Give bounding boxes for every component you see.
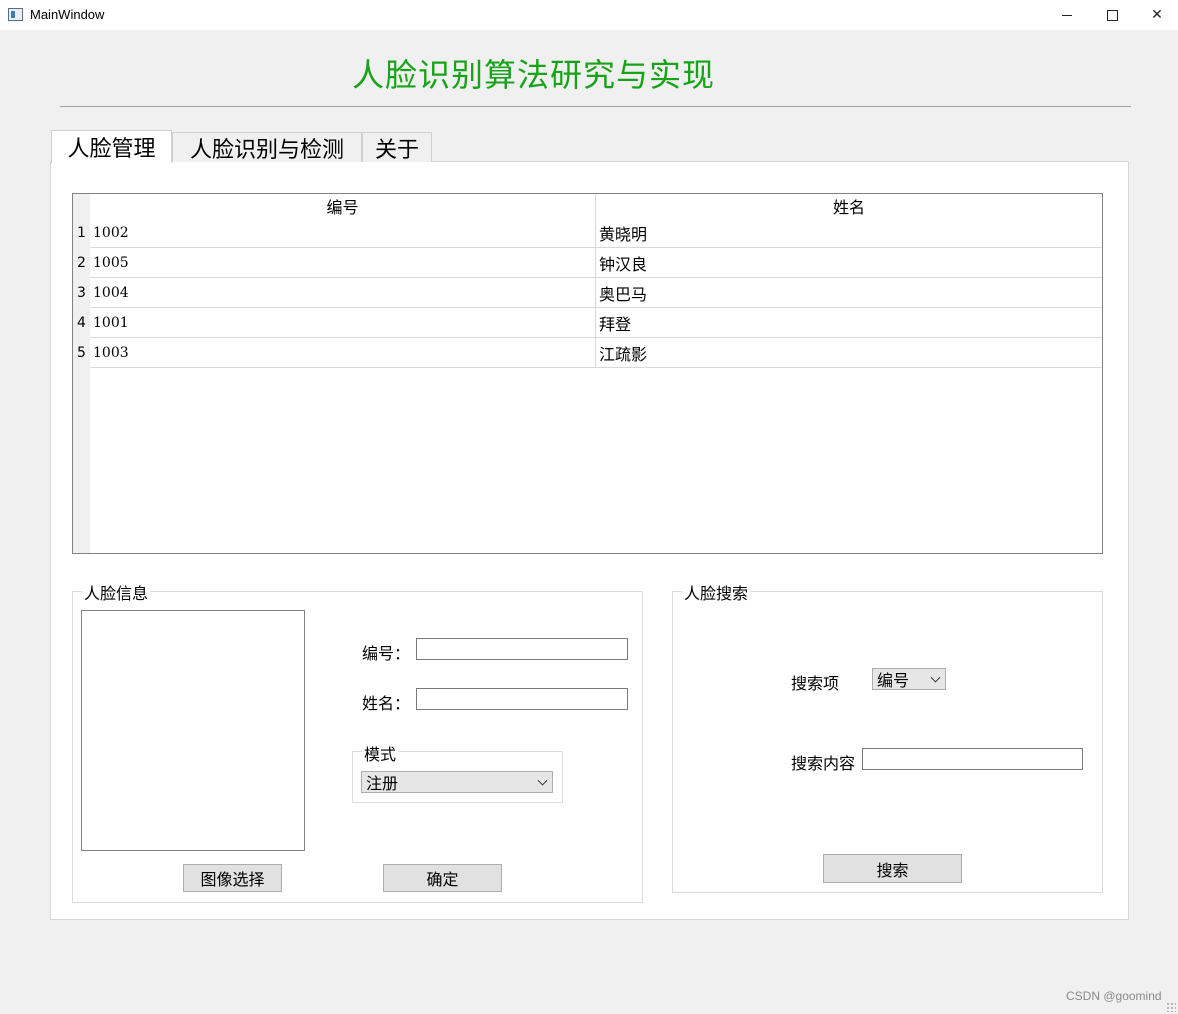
chevron-down-icon <box>930 672 941 683</box>
search-field-label: 搜索项 <box>791 674 840 693</box>
mode-select[interactable]: 注册 <box>361 771 553 793</box>
table-row[interactable]: 3 1004 奥巴马 <box>73 278 1102 308</box>
row-number[interactable]: 3 <box>73 278 90 308</box>
cell-id[interactable]: 1004 <box>90 278 596 308</box>
window-title: MainWindow <box>30 7 105 22</box>
mode-select-value: 注册 <box>366 774 399 793</box>
face-search-title: 人脸搜索 <box>682 580 751 604</box>
maximize-icon <box>1106 9 1118 21</box>
cell-name[interactable]: 奥巴马 <box>596 278 1102 308</box>
title-divider <box>60 106 1131 107</box>
chevron-down-icon <box>537 775 548 786</box>
cell-name[interactable]: 拜登 <box>596 308 1102 338</box>
row-number[interactable]: 1 <box>73 218 90 248</box>
search-field-select-value: 编号 <box>877 671 910 690</box>
cell-id[interactable]: 1005 <box>90 248 596 278</box>
column-header-name[interactable]: 姓名 <box>596 194 1102 218</box>
cell-name[interactable]: 钟汉良 <box>596 248 1102 278</box>
close-icon: ✕ <box>1151 7 1163 23</box>
cell-id[interactable]: 1003 <box>90 338 596 368</box>
face-table[interactable]: 编号 姓名 1 1002 黄晓明 2 1005 钟汉良 3 1004 奥巴马 4… <box>72 193 1103 554</box>
search-field-select[interactable]: 编号 <box>872 668 946 690</box>
resize-grip-icon[interactable] <box>1166 1002 1176 1012</box>
cell-name[interactable]: 江疏影 <box>596 338 1102 368</box>
table-row[interactable]: 2 1005 钟汉良 <box>73 248 1102 278</box>
table-row[interactable]: 1 1002 黄晓明 <box>73 218 1102 248</box>
minimize-icon <box>1062 14 1072 16</box>
search-button[interactable]: 搜索 <box>823 854 962 883</box>
face-image-preview <box>81 610 305 851</box>
search-content-input[interactable] <box>862 748 1083 770</box>
minimize-button[interactable] <box>1044 0 1090 30</box>
mode-title: 模式 <box>362 741 399 765</box>
close-button[interactable]: ✕ <box>1134 0 1178 30</box>
cell-id[interactable]: 1002 <box>90 218 596 248</box>
cell-name[interactable]: 黄晓明 <box>596 218 1102 248</box>
app-icon <box>8 8 23 21</box>
confirm-button[interactable]: 确定 <box>383 864 502 892</box>
column-header-id[interactable]: 编号 <box>90 194 596 218</box>
face-search-group <box>672 591 1103 893</box>
face-info-title: 人脸信息 <box>82 580 151 604</box>
watermark: CSDN @goomind <box>1066 989 1162 1003</box>
table-row[interactable]: 5 1003 江疏影 <box>73 338 1102 368</box>
tab-face-management[interactable]: 人脸管理 <box>51 130 172 163</box>
row-number[interactable]: 4 <box>73 308 90 338</box>
cell-id[interactable]: 1001 <box>90 308 596 338</box>
maximize-button[interactable] <box>1089 0 1135 30</box>
page-title: 人脸识别算法研究与实现 <box>352 56 716 94</box>
id-label: 编号： <box>362 644 411 663</box>
table-row[interactable]: 4 1001 拜登 <box>73 308 1102 338</box>
name-label: 姓名： <box>362 694 411 713</box>
name-input[interactable] <box>416 688 628 710</box>
search-content-label: 搜索内容 <box>791 754 856 773</box>
id-input[interactable] <box>416 638 628 660</box>
tab-about[interactable]: 关于 <box>362 132 432 163</box>
row-number[interactable]: 2 <box>73 248 90 278</box>
row-number[interactable]: 5 <box>73 338 90 368</box>
title-bar <box>0 0 1178 30</box>
image-select-button[interactable]: 图像选择 <box>183 864 282 892</box>
tab-face-recognition[interactable]: 人脸识别与检测 <box>172 132 362 163</box>
